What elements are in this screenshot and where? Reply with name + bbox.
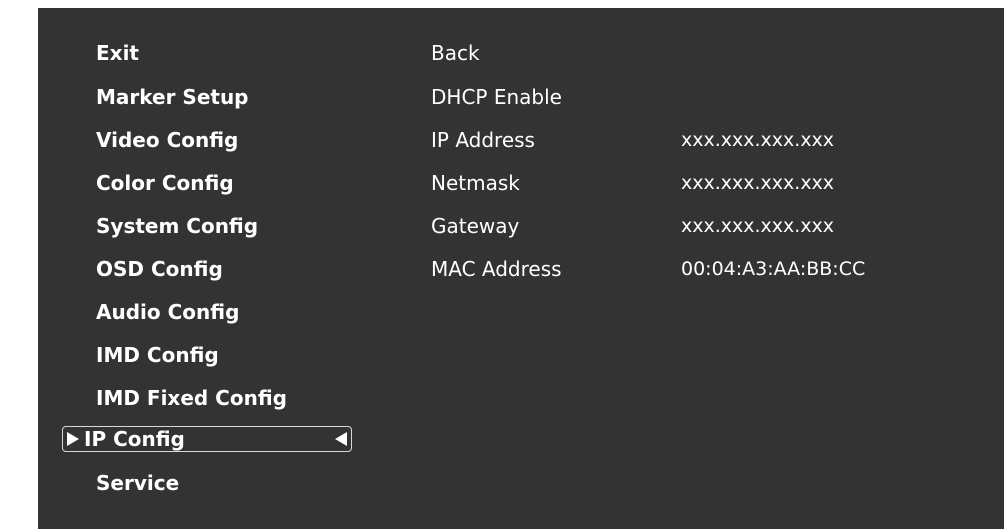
param-label: IP Address [431,128,535,152]
param-gateway[interactable]: Gateway [431,213,519,239]
menu-item-label: IMD Config [96,343,219,367]
menu-item-audio-config[interactable]: Audio Config [96,299,239,325]
menu-item-label: Color Config [96,171,234,195]
selection-arrow-left-icon [335,432,347,446]
netmask-value: xxx.xxx.xxx.xxx [681,172,835,194]
menu-item-label: IP Config [84,427,185,451]
param-label: Gateway [431,214,520,238]
menu-item-video-config[interactable]: Video Config [96,127,238,153]
menu-item-label: OSD Config [96,257,223,281]
mac-address-value: 00:04:A3:AA:BB:CC [681,258,866,280]
selection-arrow-right-icon [67,432,79,446]
menu-item-imd-fixed-config[interactable]: IMD Fixed Config [96,385,287,411]
param-label: Netmask [431,171,520,195]
menu-item-exit[interactable]: Exit [96,40,139,66]
menu-item-label: Service [96,471,180,495]
param-mac-address[interactable]: MAC Address [431,256,562,282]
menu-item-label: Marker Setup [96,85,249,109]
param-label: MAC Address [431,257,562,281]
param-ip-address[interactable]: IP Address [431,127,535,153]
menu-item-imd-config[interactable]: IMD Config [96,342,219,368]
menu-item-label: Video Config [96,128,239,152]
param-label: DHCP Enable [431,85,562,109]
menu-item-ip-config-selected[interactable]: IP Config [62,426,352,452]
menu-item-label: System Config [96,214,259,238]
param-back[interactable]: Back [431,40,480,66]
menu-item-label: IMD Fixed Config [96,386,287,410]
param-dhcp-enable[interactable]: DHCP Enable [431,84,562,110]
menu-item-marker-setup[interactable]: Marker Setup [96,84,249,110]
menu-item-system-config[interactable]: System Config [96,213,258,239]
menu-item-color-config[interactable]: Color Config [96,170,234,196]
ip-address-value: xxx.xxx.xxx.xxx [681,129,835,151]
menu-item-label: Exit [96,41,139,65]
menu-item-service[interactable]: Service [96,470,179,496]
param-label: Back [431,41,480,65]
menu-item-label: Audio Config [96,300,240,324]
menu-item-osd-config[interactable]: OSD Config [96,256,223,282]
param-netmask[interactable]: Netmask [431,170,520,196]
gateway-value: xxx.xxx.xxx.xxx [681,215,835,237]
